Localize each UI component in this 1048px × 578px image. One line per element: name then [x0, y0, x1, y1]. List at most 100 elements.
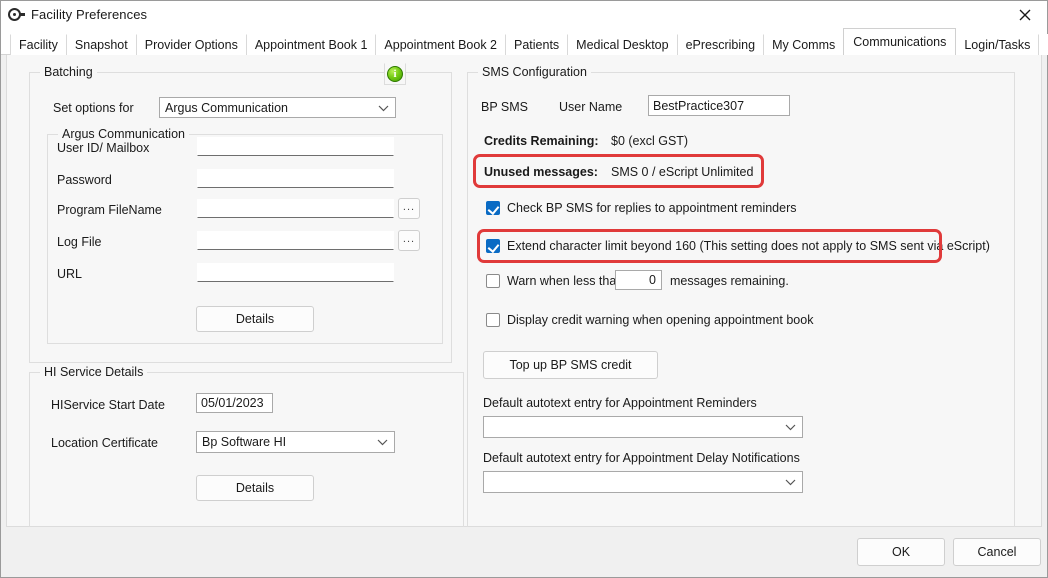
window-title: Facility Preferences	[31, 7, 148, 22]
autotext-reminders-label: Default autotext entry for Appointment R…	[483, 396, 757, 410]
chevron-down-icon	[377, 435, 388, 449]
display-credit-warning-row[interactable]: Display credit warning when opening appo…	[486, 313, 813, 327]
check-bp-sms-replies-row[interactable]: Check BP SMS for replies to appointment …	[486, 201, 796, 215]
extend-character-limit-label: Extend character limit beyond 160 (This …	[507, 239, 990, 253]
sms-configuration-legend: SMS Configuration	[478, 65, 591, 79]
hiservice-start-date-label: HIService Start Date	[51, 398, 165, 412]
log-file-browse-button[interactable]: ...	[398, 230, 420, 251]
tab-patients[interactable]: Patients	[505, 34, 569, 55]
warn-threshold-input[interactable]: 0	[615, 270, 662, 290]
tab-login-tasks[interactable]: Login/Tasks	[955, 34, 1040, 55]
tab-label: Provider Options	[144, 38, 238, 52]
hi-service-legend: HI Service Details	[40, 365, 148, 379]
cancel-button[interactable]: Cancel	[953, 538, 1041, 566]
ok-button[interactable]: OK	[857, 538, 945, 566]
warn-when-less-than-row[interactable]: Warn when less than	[486, 274, 623, 288]
set-options-for-label: Set options for	[53, 101, 134, 115]
unused-messages-value: SMS 0 / eScript Unlimited	[611, 165, 754, 179]
details-label: Details	[235, 481, 275, 495]
browse-label: ...	[402, 232, 416, 245]
ok-label: OK	[891, 545, 911, 559]
set-options-for-combo[interactable]: Argus Communication	[159, 97, 396, 118]
user-name-value: BestPractice307	[653, 98, 745, 113]
batching-details-button[interactable]: Details	[196, 306, 314, 332]
url-label: URL	[57, 267, 83, 281]
url-input[interactable]	[197, 263, 394, 282]
tab-communications[interactable]: Communications	[843, 28, 957, 55]
warn-when-less-than-label: Warn when less than	[507, 274, 624, 288]
check-bp-sms-replies-checkbox[interactable]	[486, 201, 500, 215]
tab-label: ePrescribing	[685, 38, 756, 52]
bp-sms-label: BP SMS	[481, 100, 529, 114]
tab-appointment-book-1[interactable]: Appointment Book 1	[245, 34, 377, 55]
warn-threshold-value: 0	[649, 273, 656, 287]
credits-remaining-value: $0 (excl GST)	[611, 134, 689, 148]
tab-eprescribing[interactable]: ePrescribing	[676, 34, 765, 55]
details-label: Details	[235, 312, 275, 326]
user-id-label: User ID/ Mailbox	[57, 141, 150, 155]
tab-appointment-book-2[interactable]: Appointment Book 2	[375, 34, 506, 55]
program-filename-browse-button[interactable]: ...	[398, 198, 420, 219]
location-certificate-value: Bp Software HI	[202, 435, 287, 449]
tab-label: My Comms	[772, 38, 836, 52]
set-options-for-value: Argus Communication	[165, 100, 288, 115]
hiservice-start-date-value: 05/01/2023	[201, 396, 264, 410]
extend-character-limit-checkbox[interactable]	[486, 239, 500, 253]
target-icon	[8, 7, 25, 23]
tab-facility[interactable]: Facility	[10, 34, 67, 55]
hiservice-start-date-input[interactable]: 05/01/2023	[196, 393, 273, 413]
dialog-footer: OK Cancel	[1, 527, 1047, 577]
messages-remaining-label: messages remaining.	[670, 274, 789, 288]
extend-character-limit-row[interactable]: Extend character limit beyond 160 (This …	[486, 239, 990, 253]
tab-label: Appointment Book 2	[384, 38, 497, 52]
tab-strip: Facility Snapshot Provider Options Appoi…	[1, 28, 1048, 55]
tab-provider-options[interactable]: Provider Options	[135, 34, 247, 55]
title-bar: Facility Preferences	[1, 1, 1047, 28]
unused-messages-label: Unused messages:	[484, 165, 598, 179]
tab-label: Communications	[853, 35, 947, 49]
password-input[interactable]	[197, 169, 394, 188]
browse-label: ...	[402, 200, 416, 213]
log-file-input[interactable]	[197, 231, 394, 250]
password-label: Password	[57, 173, 112, 187]
autotext-delay-label: Default autotext entry for Appointment D…	[483, 451, 800, 465]
argus-communication-legend: Argus Communication	[58, 127, 189, 141]
facility-preferences-window: Facility Preferences Facility Snapshot P…	[0, 0, 1048, 578]
top-up-label: Top up BP SMS credit	[509, 358, 632, 372]
tab-my-comms[interactable]: My Comms	[763, 34, 845, 55]
info-icon[interactable]: i	[384, 63, 406, 85]
display-credit-warning-checkbox[interactable]	[486, 313, 500, 327]
tab-label: Login/Tasks	[964, 38, 1031, 52]
check-bp-sms-replies-label: Check BP SMS for replies to appointment …	[507, 201, 797, 215]
batching-legend: Batching	[40, 65, 97, 79]
user-id-input[interactable]	[197, 137, 394, 156]
location-certificate-label: Location Certificate	[51, 436, 159, 450]
tab-medical-desktop[interactable]: Medical Desktop	[567, 34, 678, 55]
program-filename-label: Program FileName	[57, 203, 162, 217]
tab-label: Facility	[19, 38, 58, 52]
tab-snapshot[interactable]: Snapshot	[65, 34, 137, 55]
tab-password-policy[interactable]: Password Policy	[1038, 34, 1048, 55]
autotext-reminders-combo[interactable]	[483, 416, 803, 438]
tab-label: Medical Desktop	[576, 38, 669, 52]
close-icon	[1019, 9, 1030, 20]
chevron-down-icon	[378, 101, 389, 115]
hi-service-details-button[interactable]: Details	[196, 475, 314, 501]
top-up-bp-sms-credit-button[interactable]: Top up BP SMS credit	[483, 351, 658, 379]
chevron-down-icon	[785, 475, 796, 489]
autotext-delay-combo[interactable]	[483, 471, 803, 493]
location-certificate-combo[interactable]: Bp Software HI	[196, 431, 395, 453]
program-filename-input[interactable]	[197, 199, 394, 218]
user-name-label: User Name	[559, 100, 623, 114]
display-credit-warning-label: Display credit warning when opening appo…	[507, 313, 814, 327]
log-file-label: Log File	[57, 235, 102, 249]
chevron-down-icon	[785, 420, 796, 434]
close-button[interactable]	[1002, 1, 1047, 28]
warn-when-less-than-checkbox[interactable]	[486, 274, 500, 288]
credits-remaining-label: Credits Remaining:	[484, 134, 599, 148]
tab-label: Appointment Book 1	[254, 38, 368, 52]
tab-label: Snapshot	[74, 38, 128, 52]
user-name-input[interactable]: BestPractice307	[648, 95, 790, 116]
tab-label: Patients	[514, 38, 560, 52]
cancel-label: Cancel	[977, 545, 1017, 559]
